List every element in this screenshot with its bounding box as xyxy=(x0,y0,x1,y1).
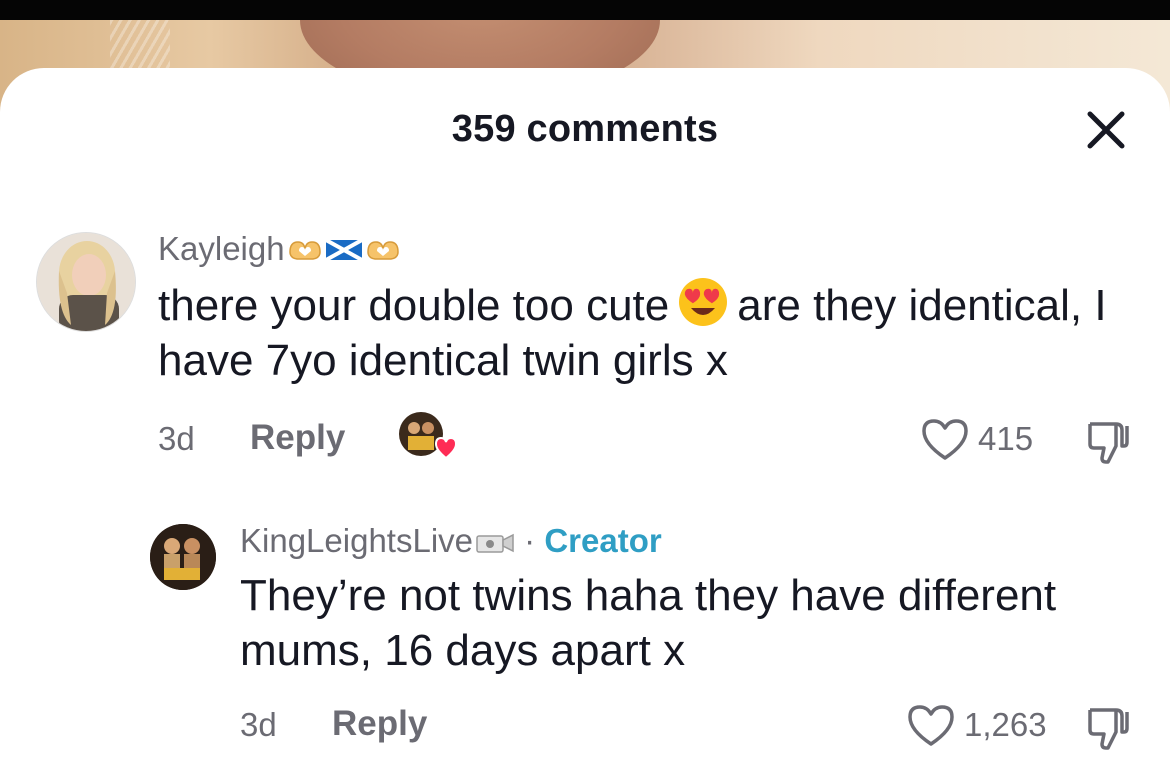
creator-liked-badge xyxy=(396,410,458,466)
heart-outline-icon xyxy=(922,419,968,460)
comment-text-part: there your double too cute xyxy=(158,281,670,330)
like-count: 415 xyxy=(978,420,1034,457)
username-text: Kayleigh xyxy=(158,230,285,267)
dislike-button[interactable] xyxy=(1084,418,1132,471)
comments-sheet: 359 comments Kayleigh there your double … xyxy=(0,68,1170,773)
like-button[interactable]: 415 xyxy=(920,416,1033,462)
comment-username[interactable]: KingLeightsLive · Creator xyxy=(240,522,662,562)
avatar[interactable] xyxy=(150,524,216,590)
username-text: KingLeightsLive xyxy=(240,522,473,559)
scotland-flag-icon xyxy=(324,232,363,270)
camera-emoji-icon xyxy=(475,524,515,562)
heart-eyes-emoji-icon xyxy=(677,276,729,328)
comment-timestamp: 3d xyxy=(240,706,277,743)
close-button[interactable] xyxy=(1078,102,1134,158)
video-decor xyxy=(110,20,170,70)
avatar-image xyxy=(150,524,216,590)
like-button[interactable]: 1,263 xyxy=(906,702,1047,748)
avatar-image xyxy=(37,233,135,331)
creator-label: Creator xyxy=(544,522,662,559)
dislike-button[interactable] xyxy=(1084,704,1132,757)
reply-button[interactable]: Reply xyxy=(332,704,427,744)
reply-button[interactable]: Reply xyxy=(250,418,345,458)
heart-hands-icon xyxy=(365,232,401,270)
thumbs-down-icon xyxy=(1088,422,1129,464)
separator: · xyxy=(524,522,536,559)
like-count: 1,263 xyxy=(964,706,1047,743)
heart-outline-icon xyxy=(908,705,954,746)
comment-text: They’re not twins haha they have differe… xyxy=(240,571,1057,675)
comment-text: there your double too cute are they ident… xyxy=(158,276,1118,388)
heart-hands-icon xyxy=(287,232,323,270)
comment-timestamp: 3d xyxy=(158,420,195,457)
thumbs-down-icon xyxy=(1088,708,1129,750)
screen: 359 comments Kayleigh there your double … xyxy=(0,0,1170,773)
comments-count-title: 359 comments xyxy=(451,108,719,150)
close-icon xyxy=(1087,111,1125,149)
status-bar xyxy=(0,0,1170,20)
comment-username[interactable]: Kayleigh xyxy=(158,230,401,270)
avatar[interactable] xyxy=(36,232,136,332)
